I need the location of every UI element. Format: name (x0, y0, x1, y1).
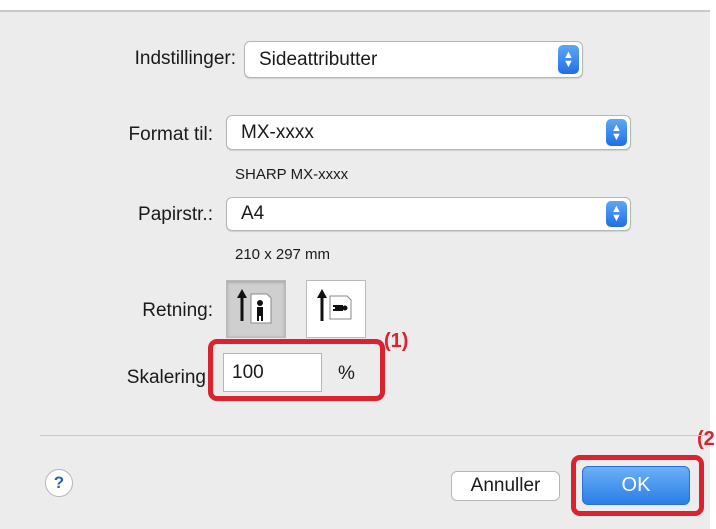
settings-value: Sideattributter (259, 48, 378, 70)
paper-label: Papirstr.: (138, 204, 213, 225)
top-border (0, 0, 716, 12)
format-value: MX-xxxx (241, 121, 314, 143)
scale-label: Skalering (126, 367, 206, 388)
orientation-label: Retning: (142, 300, 213, 321)
page-setup-dialog: Indstillinger: Sideattributter ▲ ▼ Format… (0, 0, 716, 529)
portrait-icon (237, 289, 272, 324)
format-label: Format til: (128, 124, 213, 145)
callout-2: (2 (697, 428, 715, 450)
portrait-orientation-button[interactable] (226, 280, 286, 338)
landscape-orientation-button[interactable] (306, 280, 366, 338)
divider (40, 435, 710, 436)
format-popup[interactable]: MX-xxxx ▲ ▼ (226, 115, 631, 150)
paper-subtext: 210 x 297 mm (235, 246, 331, 263)
chevron-updown-icon: ▲ ▼ (606, 119, 627, 146)
highlight-scale (208, 339, 385, 401)
settings-label: Indstillinger: (134, 48, 236, 69)
help-button[interactable]: ? (45, 469, 73, 497)
format-subtext: SHARP MX-xxxx (235, 166, 349, 183)
ok-button[interactable]: OK (582, 466, 690, 505)
callout-1: (1) (384, 330, 409, 352)
chevron-updown-icon: ▲ ▼ (558, 45, 579, 74)
cancel-button[interactable]: Annuller (451, 471, 560, 501)
chevron-updown-icon: ▲ ▼ (606, 201, 627, 227)
landscape-icon (317, 289, 352, 321)
paper-popup[interactable]: A4 ▲ ▼ (226, 197, 631, 231)
settings-popup[interactable]: Sideattributter ▲ ▼ (244, 41, 583, 78)
paper-value: A4 (241, 203, 265, 224)
